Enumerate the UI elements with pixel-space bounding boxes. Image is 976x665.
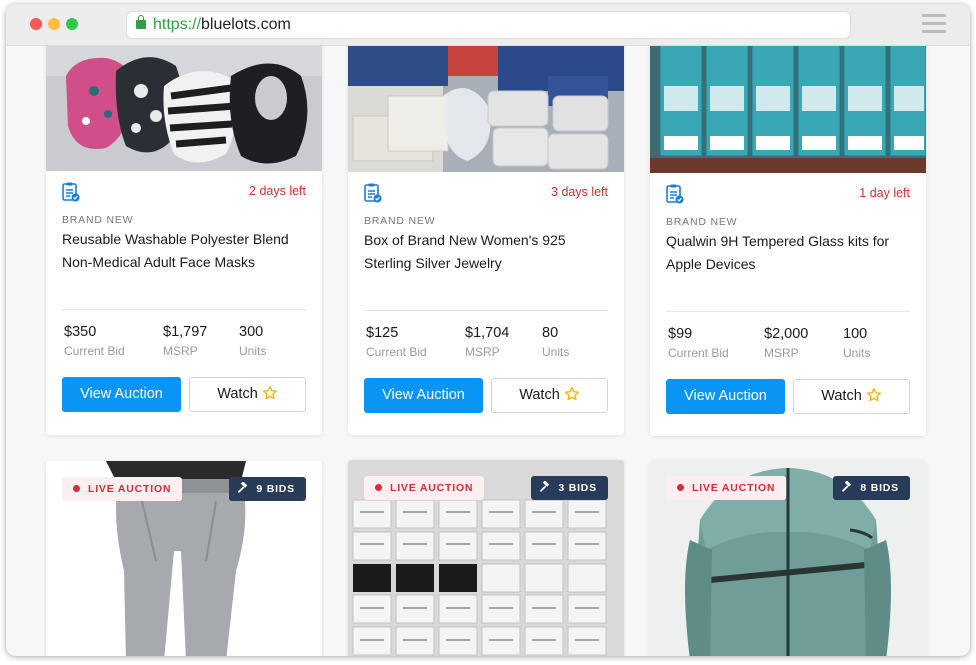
watch-button[interactable]: Watch xyxy=(491,378,608,413)
units-label: Units xyxy=(542,345,570,359)
watch-label: Watch xyxy=(821,388,862,404)
minimize-window-button[interactable] xyxy=(48,18,60,30)
condition-label: BRAND NEW xyxy=(364,215,436,227)
watch-label: Watch xyxy=(217,386,258,402)
auction-grid: 2 days left BRAND NEW Reusable Washable … xyxy=(6,46,970,656)
browser-toolbar: https://bluelots.com xyxy=(6,4,970,46)
live-dot-icon xyxy=(677,484,684,491)
msrp-value: $1,797 xyxy=(163,324,208,340)
current-bid-label: Current Bid xyxy=(64,344,125,358)
clipboard-check-icon xyxy=(364,183,382,203)
watch-button[interactable]: Watch xyxy=(793,379,910,414)
live-dot-icon xyxy=(73,485,80,492)
units: 300 Units xyxy=(239,324,266,358)
current-bid: $99 Current Bid xyxy=(668,326,729,360)
current-bid: $125 Current Bid xyxy=(366,325,427,359)
bid-count-badge: 8 BIDS xyxy=(833,476,910,500)
bid-count-badge: 9 BIDS xyxy=(229,477,306,501)
units-value: 100 xyxy=(843,326,868,342)
msrp-label: MSRP xyxy=(764,346,799,360)
units-value: 300 xyxy=(239,324,264,340)
live-auction-badge: LIVE AUCTION xyxy=(62,477,183,501)
clipboard-check-icon xyxy=(62,182,80,202)
lock-icon xyxy=(136,15,146,29)
url-scheme: https:// xyxy=(153,16,202,33)
live-auction-card: LIVE AUCTION 9 BIDS xyxy=(46,461,322,656)
listing-title[interactable]: Reusable Washable Polyester Blend Non-Me… xyxy=(62,228,312,274)
live-auction-badge: LIVE AUCTION xyxy=(666,476,787,500)
view-auction-button[interactable]: View Auction xyxy=(62,377,181,412)
listing-title[interactable]: Box of Brand New Women's 925 Sterling Si… xyxy=(364,229,614,275)
current-bid-label: Current Bid xyxy=(668,346,729,360)
units-label: Units xyxy=(239,344,267,358)
current-bid-value: $125 xyxy=(366,325,399,341)
live-dot-icon xyxy=(375,484,382,491)
msrp-value: $1,704 xyxy=(465,325,510,341)
gavel-icon xyxy=(540,481,550,492)
url-host: bluelots.com xyxy=(201,16,291,33)
current-bid: $350 Current Bid xyxy=(64,324,125,358)
live-auction-label: LIVE AUCTION xyxy=(390,482,474,494)
bid-count: 9 BIDS xyxy=(256,483,295,495)
divider xyxy=(62,309,306,310)
current-bid-value: $350 xyxy=(64,324,97,340)
clipboard-check-icon xyxy=(666,184,684,204)
product-image[interactable] xyxy=(650,46,926,173)
product-image[interactable] xyxy=(348,46,624,172)
bid-count-badge: 3 BIDS xyxy=(531,476,608,500)
time-left: 2 days left xyxy=(249,184,306,198)
msrp-value: $2,000 xyxy=(764,326,809,342)
watch-button[interactable]: Watch xyxy=(189,377,306,412)
auction-card: 2 days left BRAND NEW Reusable Washable … xyxy=(46,46,322,435)
units-label: Units xyxy=(843,346,871,360)
units: 100 Units xyxy=(843,326,870,360)
gavel-icon xyxy=(238,482,248,493)
msrp-label: MSRP xyxy=(163,344,198,358)
star-icon xyxy=(564,387,579,401)
star-icon xyxy=(866,388,881,402)
auction-card: 1 day left BRAND NEW Qualwin 9H Tempered… xyxy=(650,46,926,436)
condition-label: BRAND NEW xyxy=(666,216,738,228)
hamburger-menu-icon[interactable] xyxy=(922,14,946,34)
address-bar[interactable]: https://bluelots.com xyxy=(126,11,851,39)
live-auction-card: LIVE AUCTION 3 BIDS xyxy=(348,460,624,656)
msrp: $2,000 MSRP xyxy=(764,326,808,360)
view-auction-button[interactable]: View Auction xyxy=(364,378,483,413)
listing-title[interactable]: Qualwin 9H Tempered Glass kits for Apple… xyxy=(666,230,916,276)
condition-label: BRAND NEW xyxy=(62,214,134,226)
live-auction-badge: LIVE AUCTION xyxy=(364,476,485,500)
units: 80 Units xyxy=(542,325,569,359)
msrp: $1,797 MSRP xyxy=(163,324,207,358)
watch-label: Watch xyxy=(519,387,560,403)
browser-window: https://bluelots.com 2 days left BRAND N… xyxy=(6,4,970,656)
msrp: $1,704 MSRP xyxy=(465,325,509,359)
divider xyxy=(364,310,608,311)
close-window-button[interactable] xyxy=(30,18,42,30)
time-left: 1 day left xyxy=(859,186,910,200)
live-auction-label: LIVE AUCTION xyxy=(692,482,776,494)
bid-count: 3 BIDS xyxy=(558,482,597,494)
product-image[interactable] xyxy=(46,46,322,171)
view-auction-button[interactable]: View Auction xyxy=(666,379,785,414)
auction-card: 3 days left BRAND NEW Box of Brand New W… xyxy=(348,46,624,435)
gavel-icon xyxy=(842,481,852,492)
star-icon xyxy=(262,386,277,400)
current-bid-label: Current Bid xyxy=(366,345,427,359)
maximize-window-button[interactable] xyxy=(66,18,78,30)
live-auction-card: LIVE AUCTION 8 BIDS xyxy=(650,460,926,656)
current-bid-value: $99 xyxy=(668,326,693,342)
units-value: 80 xyxy=(542,325,559,341)
msrp-label: MSRP xyxy=(465,345,500,359)
live-auction-label: LIVE AUCTION xyxy=(88,483,172,495)
time-left: 3 days left xyxy=(551,185,608,199)
bid-count: 8 BIDS xyxy=(860,482,899,494)
divider xyxy=(666,311,910,312)
